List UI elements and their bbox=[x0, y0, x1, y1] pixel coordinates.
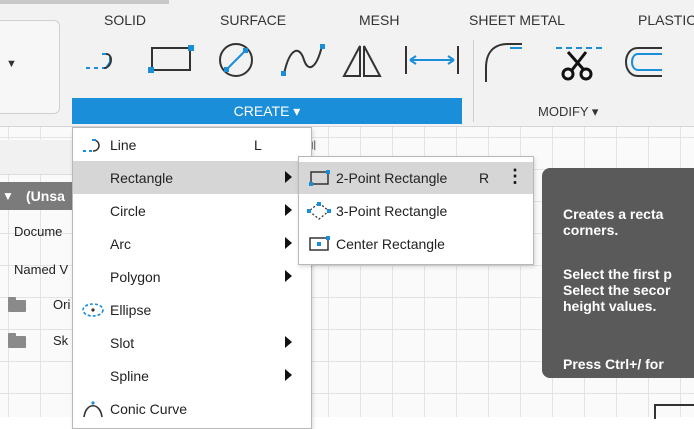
command-tooltip: Creates a recta corners. Select the first… bbox=[542, 168, 694, 378]
folder-icon bbox=[8, 297, 26, 312]
menu-item-arc[interactable]: Arc bbox=[73, 227, 311, 260]
menu-item-polygon[interactable]: Polygon bbox=[73, 260, 311, 293]
center-rectangle-icon bbox=[307, 235, 331, 253]
tooltip-line: Creates a recta bbox=[563, 206, 664, 222]
folder-icon bbox=[8, 333, 26, 348]
ellipse-icon bbox=[81, 301, 105, 319]
create-dropdown-menu: Line L Rectangle Circle Arc Polygon Elli… bbox=[72, 127, 312, 429]
tab-mesh[interactable]: MESH bbox=[359, 12, 399, 28]
trim-scissors-icon[interactable] bbox=[554, 42, 604, 82]
submenu-arrow-icon bbox=[285, 204, 292, 216]
tooltip-line: Select the secor bbox=[563, 282, 671, 298]
tooltip-line: Select the first p bbox=[563, 266, 672, 282]
chevron-down-icon: ▼ bbox=[6, 58, 17, 70]
window-top-strip bbox=[0, 0, 169, 4]
tooltip-line: Press Ctrl+/ for bbox=[563, 356, 664, 372]
submenu-arrow-icon bbox=[285, 336, 292, 348]
tooltip-description: Creates a recta corners. bbox=[563, 206, 663, 238]
two-point-rectangle-icon bbox=[307, 169, 331, 187]
tooltip-shortcut-hint: Press Ctrl+/ for bbox=[563, 356, 664, 372]
create-menu-button[interactable]: CREATE ▾ bbox=[72, 98, 462, 124]
tab-solid[interactable]: SOLID bbox=[104, 12, 146, 28]
menu-item-spline[interactable]: Spline bbox=[73, 359, 311, 392]
submenu-item-3-point-rectangle[interactable]: 3-Point Rectangle bbox=[299, 195, 533, 227]
more-options-icon[interactable]: ⋮ bbox=[506, 166, 524, 187]
expand-icon: ▼ bbox=[2, 189, 14, 203]
line-icon bbox=[81, 136, 105, 154]
menu-item-slot[interactable]: Slot bbox=[73, 326, 311, 359]
toolbar-separator bbox=[473, 40, 474, 122]
tooltip-instructions: Select the first p Select the secor height… bbox=[563, 266, 672, 314]
submenu-arrow-icon bbox=[285, 369, 292, 381]
circle-tool-icon[interactable] bbox=[210, 42, 262, 78]
menu-item-line[interactable]: Line L bbox=[73, 128, 311, 161]
tooltip-line: corners. bbox=[563, 222, 619, 238]
menu-item-rectangle[interactable]: Rectangle bbox=[73, 161, 311, 194]
modify-menu-button[interactable]: MODIFY ▾ bbox=[538, 104, 598, 120]
conic-curve-icon bbox=[81, 400, 105, 418]
submenu-arrow-icon bbox=[285, 270, 292, 282]
rectangle-submenu: 2-Point Rectangle R ⋮ 3-Point Rectangle … bbox=[298, 156, 534, 265]
fillet-icon[interactable] bbox=[482, 42, 526, 82]
menu-item-conic-curve[interactable]: Conic Curve bbox=[73, 392, 311, 425]
line-tool-icon[interactable] bbox=[82, 42, 126, 74]
tab-plastic[interactable]: PLASTIC bbox=[638, 12, 694, 28]
submenu-item-2-point-rectangle[interactable]: 2-Point Rectangle R ⋮ bbox=[299, 162, 533, 194]
dimension-tool-icon[interactable] bbox=[402, 42, 462, 78]
menu-item-circle[interactable]: Circle bbox=[73, 194, 311, 227]
workspace-switcher[interactable]: ▼ bbox=[0, 20, 60, 114]
tooltip-line: height values. bbox=[563, 298, 657, 314]
submenu-arrow-icon bbox=[285, 171, 292, 183]
spline-tool-icon[interactable] bbox=[278, 42, 328, 78]
submenu-item-center-rectangle[interactable]: Center Rectangle bbox=[299, 228, 533, 260]
tab-sheet-metal[interactable]: SHEET METAL bbox=[469, 12, 565, 28]
offset-icon[interactable] bbox=[614, 42, 664, 82]
ribbon-toolbar: SOLID SURFACE MESH SHEET METAL PLASTIC ▼… bbox=[0, 0, 694, 127]
three-point-rectangle-icon bbox=[307, 202, 331, 220]
tab-surface[interactable]: SURFACE bbox=[220, 12, 286, 28]
submenu-arrow-icon bbox=[285, 237, 292, 249]
rectangle-tool-icon[interactable] bbox=[144, 42, 196, 76]
menu-item-ellipse[interactable]: Ellipse bbox=[73, 293, 311, 326]
mirror-tool-icon[interactable] bbox=[340, 42, 382, 80]
